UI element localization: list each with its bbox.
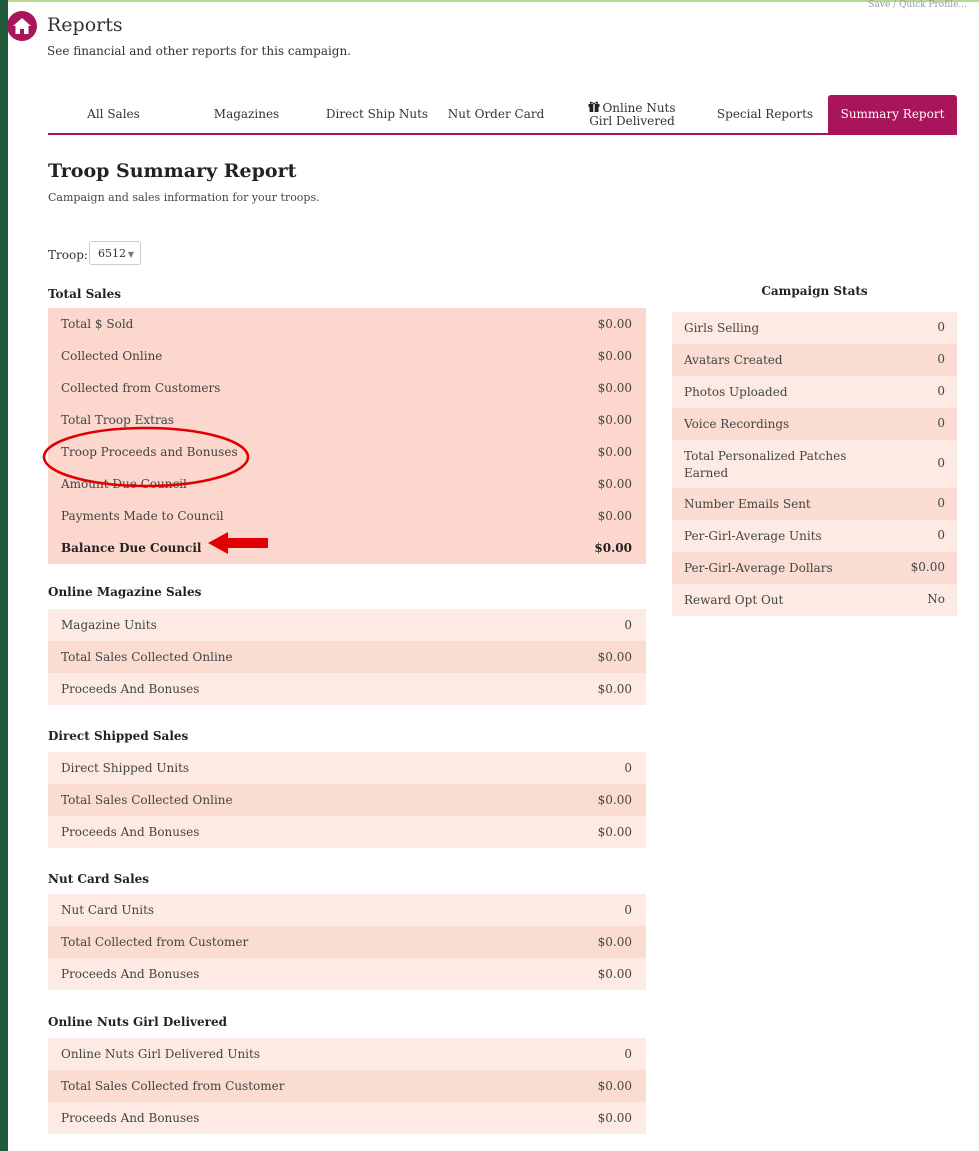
table-row: Girls Selling 0 — [672, 312, 957, 344]
report-subtitle: Campaign and sales information for your … — [48, 191, 320, 204]
home-button[interactable] — [7, 11, 37, 41]
table-row: Number Emails Sent 0 — [672, 488, 957, 520]
table-row: Photos Uploaded 0 — [672, 376, 957, 408]
table-row: Balance Due Council $0.00 — [48, 532, 646, 564]
direct-shipped-table: Direct Shipped Units 0 Total Sales Collec… — [48, 752, 646, 848]
top-right-link[interactable]: Save / Quick Profile... — [868, 0, 967, 10]
report-tabs: All Sales Magazines Direct Ship Nuts Nut… — [48, 95, 957, 135]
nut-card-title: Nut Card Sales — [48, 872, 150, 886]
table-row: Reward Opt Out No — [672, 584, 957, 616]
tab-magazines[interactable]: Magazines — [179, 95, 314, 133]
table-row: Total Sales Collected Online $0.00 — [48, 641, 646, 673]
table-row: Online Nuts Girl Delivered Units 0 — [48, 1038, 646, 1070]
table-row: Payments Made to Council $0.00 — [48, 500, 646, 532]
table-row: Total Sales Collected from Customer $0.00 — [48, 1070, 646, 1102]
table-row: Total Personalized Patches Earned 0 — [672, 440, 957, 488]
page-subtitle: See financial and other reports for this… — [47, 44, 352, 58]
online-nuts-table: Online Nuts Girl Delivered Units 0 Total … — [48, 1038, 646, 1134]
online-nuts-title: Online Nuts Girl Delivered — [48, 1015, 227, 1029]
table-row: Total Sales Collected Online $0.00 — [48, 784, 646, 816]
table-row: Direct Shipped Units 0 — [48, 752, 646, 784]
left-sidebar-strip — [0, 0, 8, 1151]
campaign-stats-title: Campaign Stats — [761, 284, 868, 298]
table-row: Total $ Sold $0.00 — [48, 308, 646, 340]
total-sales-table: Total $ Sold $0.00 Collected Online $0.00 … — [48, 308, 646, 564]
tab-direct-ship-nuts[interactable]: Direct Ship Nuts — [314, 95, 440, 133]
chevron-down-icon: ▼ — [127, 250, 134, 259]
troop-label: Troop: — [48, 248, 88, 262]
table-row: Per-Girl-Average Units 0 — [672, 520, 957, 552]
table-row: Collected from Customers $0.00 — [48, 372, 646, 404]
table-row: Voice Recordings 0 — [672, 408, 957, 440]
online-magazine-table: Magazine Units 0 Total Sales Collected On… — [48, 609, 646, 705]
table-row: Proceeds And Bonuses $0.00 — [48, 1102, 646, 1134]
report-title: Troop Summary Report — [48, 160, 297, 182]
table-row: Amount Due Council $0.00 — [48, 468, 646, 500]
troop-select[interactable]: 6512 ▼ — [89, 241, 141, 265]
page-title: Reports — [47, 14, 123, 36]
table-row: Per-Girl-Average Dollars $0.00 — [672, 552, 957, 584]
tab-nut-order-card[interactable]: Nut Order Card — [440, 95, 552, 133]
table-row: Total Troop Extras $0.00 — [48, 404, 646, 436]
top-accent-line — [8, 0, 979, 2]
tab-all-sales[interactable]: All Sales — [48, 95, 179, 133]
tab-special-reports[interactable]: Special Reports — [702, 95, 828, 133]
gift-icon — [588, 101, 600, 112]
total-sales-title: Total Sales — [48, 287, 122, 301]
tab-online-nuts-girl-delivered[interactable]: Online Nuts Girl Delivered — [568, 95, 696, 133]
table-row: Collected Online $0.00 — [48, 340, 646, 372]
direct-shipped-title: Direct Shipped Sales — [48, 729, 189, 743]
online-magazine-title: Online Magazine Sales — [48, 585, 202, 599]
nut-card-table: Nut Card Units 0 Total Collected from Cus… — [48, 894, 646, 990]
tab-summary-report[interactable]: Summary Report — [828, 95, 957, 133]
table-row: Total Collected from Customer $0.00 — [48, 926, 646, 958]
table-row: Troop Proceeds and Bonuses $0.00 — [48, 436, 646, 468]
table-row: Avatars Created 0 — [672, 344, 957, 376]
table-row: Proceeds And Bonuses $0.00 — [48, 958, 646, 990]
table-row: Magazine Units 0 — [48, 609, 646, 641]
troop-select-value: 6512 — [98, 246, 126, 260]
table-row: Proceeds And Bonuses $0.00 — [48, 816, 646, 848]
table-row: Nut Card Units 0 — [48, 894, 646, 926]
table-row: Proceeds And Bonuses $0.00 — [48, 673, 646, 705]
campaign-stats-table: Girls Selling 0 Avatars Created 0 Photos U… — [672, 312, 957, 616]
home-icon — [13, 18, 31, 34]
